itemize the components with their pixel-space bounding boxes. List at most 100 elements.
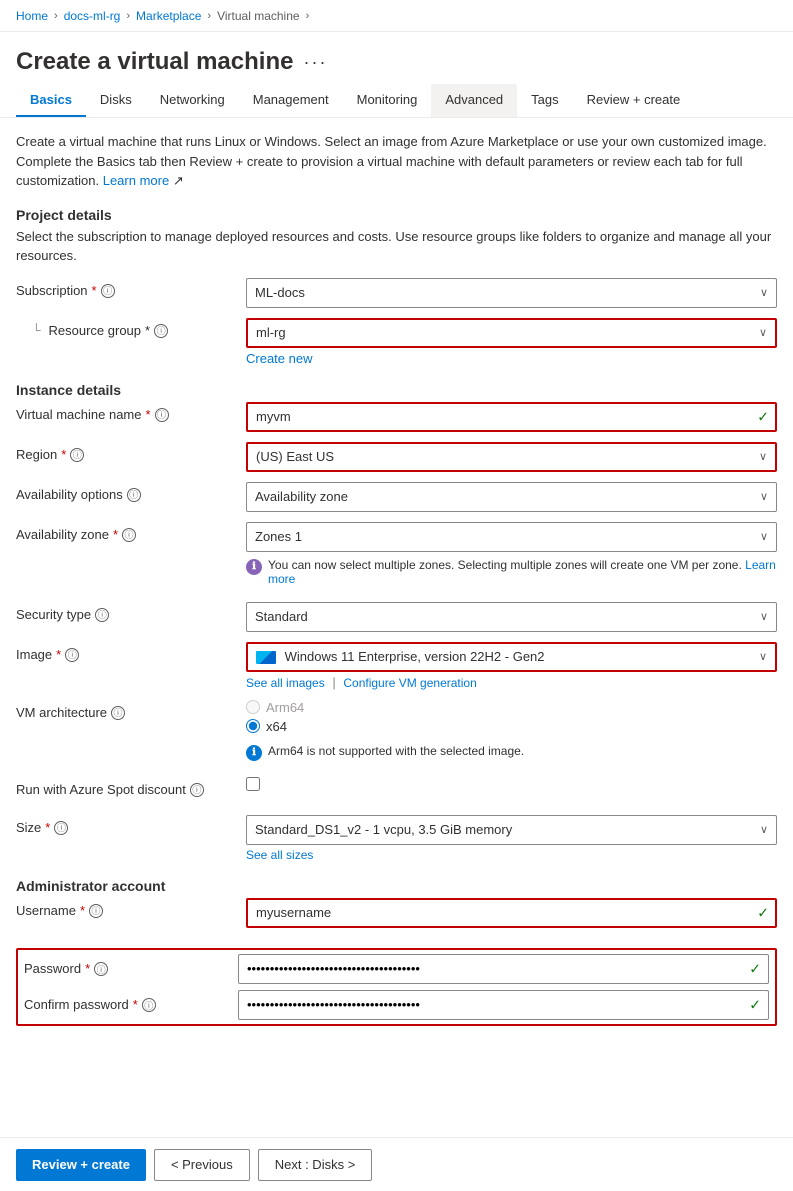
breadcrumb-docs-ml-rg[interactable]: docs-ml-rg xyxy=(64,9,121,23)
vm-name-info-icon[interactable]: ⓘ xyxy=(155,408,169,422)
security-type-info-icon[interactable]: ⓘ xyxy=(95,608,109,622)
region-info-icon[interactable]: ⓘ xyxy=(70,448,84,462)
subscription-control: ML-docs ∨ xyxy=(246,278,777,308)
size-control: Standard_DS1_v2 - 1 vcpu, 3.5 GiB memory… xyxy=(246,815,777,862)
vm-architecture-label: VM architecture ⓘ xyxy=(16,700,246,720)
username-input[interactable] xyxy=(246,898,777,928)
region-dropdown-arrow: ∨ xyxy=(759,450,767,463)
size-label: Size * ⓘ xyxy=(16,815,246,835)
password-confirm-wrapper: Password * ⓘ ✓ Confirm password xyxy=(16,948,777,1032)
availability-zone-info-icon[interactable]: ⓘ xyxy=(122,528,136,542)
section-project-details: Project details xyxy=(16,207,777,223)
radio-x64[interactable]: x64 xyxy=(246,719,777,734)
breadcrumb-home[interactable]: Home xyxy=(16,9,48,23)
spot-discount-checkbox-wrapper xyxy=(246,777,777,791)
tab-monitoring[interactable]: Monitoring xyxy=(343,84,432,117)
learn-more-link[interactable]: Learn more xyxy=(103,173,169,188)
tab-tags[interactable]: Tags xyxy=(517,84,572,117)
subscription-info-icon[interactable]: ⓘ xyxy=(101,284,115,298)
spot-discount-checkbox[interactable] xyxy=(246,777,260,791)
size-dropdown[interactable]: Standard_DS1_v2 - 1 vcpu, 3.5 GiB memory… xyxy=(246,815,777,845)
vm-architecture-control: Arm64 x64 ℹ Arm64 is not supported with … xyxy=(246,700,777,767)
page-header: Create a virtual machine ··· xyxy=(0,32,793,84)
availability-zone-dropdown[interactable]: Zones 1 ∨ xyxy=(246,522,777,552)
previous-button[interactable]: < Previous xyxy=(154,1149,250,1181)
vm-name-check-icon: ✓ xyxy=(757,408,769,425)
subscription-dropdown-arrow: ∨ xyxy=(760,286,768,299)
tab-disks[interactable]: Disks xyxy=(86,84,146,117)
zones-info-box: ℹ You can now select multiple zones. Sel… xyxy=(246,552,777,592)
next-button[interactable]: Next : Disks > xyxy=(258,1149,373,1181)
availability-options-control: Availability zone ∨ xyxy=(246,482,777,512)
configure-vm-link[interactable]: Configure VM generation xyxy=(343,676,476,690)
availability-options-info-icon[interactable]: ⓘ xyxy=(127,488,141,502)
image-dropdown-arrow: ∨ xyxy=(759,650,767,663)
spot-discount-info-icon[interactable]: ⓘ xyxy=(190,783,204,797)
tab-review-create[interactable]: Review + create xyxy=(573,84,695,117)
region-label: Region * ⓘ xyxy=(16,442,246,462)
subscription-dropdown[interactable]: ML-docs ∨ xyxy=(246,278,777,308)
page-title-dots[interactable]: ··· xyxy=(303,52,327,73)
vm-name-input[interactable] xyxy=(246,402,777,432)
radio-arm64-input[interactable] xyxy=(246,700,260,714)
create-new-link[interactable]: Create new xyxy=(246,351,777,366)
vm-name-control: ✓ xyxy=(246,402,777,432)
top-bar: Home › docs-ml-rg › Marketplace › Virtua… xyxy=(0,0,793,32)
tab-management[interactable]: Management xyxy=(239,84,343,117)
project-details-desc: Select the subscription to manage deploy… xyxy=(16,227,777,266)
resource-group-info-icon[interactable]: ⓘ xyxy=(154,324,168,338)
resource-group-dropdown[interactable]: ml-rg ∨ xyxy=(246,318,777,348)
subscription-label: Subscription * ⓘ xyxy=(16,278,246,298)
password-bordered-section: Password * ⓘ ✓ Confirm password xyxy=(16,948,777,1026)
see-all-sizes-link[interactable]: See all sizes xyxy=(246,848,777,862)
image-info-icon[interactable]: ⓘ xyxy=(65,648,79,662)
tab-advanced[interactable]: Advanced xyxy=(431,84,517,117)
tabs-bar: Basics Disks Networking Management Monit… xyxy=(0,84,793,118)
zones-info-circle: ℹ xyxy=(246,559,262,575)
vm-architecture-row: VM architecture ⓘ Arm64 x64 ℹ Arm64 is n… xyxy=(16,700,777,767)
availability-zone-control: Zones 1 ∨ ℹ You can now select multiple … xyxy=(246,522,777,592)
size-info-icon[interactable]: ⓘ xyxy=(54,821,68,835)
security-type-row: Security type ⓘ Standard ∨ xyxy=(16,602,777,632)
username-info-icon[interactable]: ⓘ xyxy=(89,904,103,918)
tab-networking[interactable]: Networking xyxy=(146,84,239,117)
size-row: Size * ⓘ Standard_DS1_v2 - 1 vcpu, 3.5 G… xyxy=(16,815,777,862)
see-all-images-link[interactable]: See all images xyxy=(246,676,325,690)
bottom-bar: Review + create < Previous Next : Disks … xyxy=(0,1137,793,1191)
region-dropdown[interactable]: (US) East US ∨ xyxy=(246,442,777,472)
password-info-icon[interactable]: ⓘ xyxy=(94,962,108,976)
image-label: Image * ⓘ xyxy=(16,642,246,662)
vm-name-input-wrapper: ✓ xyxy=(246,402,777,432)
vm-name-row: Virtual machine name * ⓘ ✓ xyxy=(16,402,777,432)
section-instance-details: Instance details xyxy=(16,382,777,398)
confirm-password-control: ✓ xyxy=(238,990,769,1020)
password-field-row: Password * ⓘ ✓ xyxy=(24,954,769,984)
password-check-icon: ✓ xyxy=(749,960,761,977)
username-input-wrapper: ✓ xyxy=(246,898,777,928)
resource-group-control: ml-rg ∨ Create new xyxy=(246,318,777,366)
vm-architecture-info-icon[interactable]: ⓘ xyxy=(111,706,125,720)
vm-architecture-radio-group: Arm64 x64 xyxy=(246,700,777,734)
vm-name-label: Virtual machine name * ⓘ xyxy=(16,402,246,422)
radio-arm64[interactable]: Arm64 xyxy=(246,700,777,715)
image-row: Image * ⓘ Windows 11 Enterprise, version… xyxy=(16,642,777,690)
confirm-password-label-col: Confirm password * ⓘ xyxy=(24,997,238,1012)
spot-discount-row: Run with Azure Spot discount ⓘ xyxy=(16,777,777,805)
security-type-control: Standard ∨ xyxy=(246,602,777,632)
password-input[interactable] xyxy=(238,954,769,984)
review-create-button[interactable]: Review + create xyxy=(16,1149,146,1181)
availability-options-dropdown[interactable]: Availability zone ∨ xyxy=(246,482,777,512)
security-type-dropdown[interactable]: Standard ∨ xyxy=(246,602,777,632)
availability-zone-label: Availability zone * ⓘ xyxy=(16,522,246,542)
image-control: Windows 11 Enterprise, version 22H2 - Ge… xyxy=(246,642,777,690)
breadcrumb-marketplace[interactable]: Marketplace xyxy=(136,9,201,23)
radio-x64-input[interactable] xyxy=(246,719,260,733)
confirm-password-info-icon[interactable]: ⓘ xyxy=(142,998,156,1012)
availability-options-row: Availability options ⓘ Availability zone… xyxy=(16,482,777,512)
security-type-label: Security type ⓘ xyxy=(16,602,246,622)
image-dropdown[interactable]: Windows 11 Enterprise, version 22H2 - Ge… xyxy=(246,642,777,672)
windows-icon xyxy=(256,651,276,664)
availability-zone-arrow: ∨ xyxy=(760,530,768,543)
tab-basics[interactable]: Basics xyxy=(16,84,86,117)
confirm-password-input[interactable] xyxy=(238,990,769,1020)
